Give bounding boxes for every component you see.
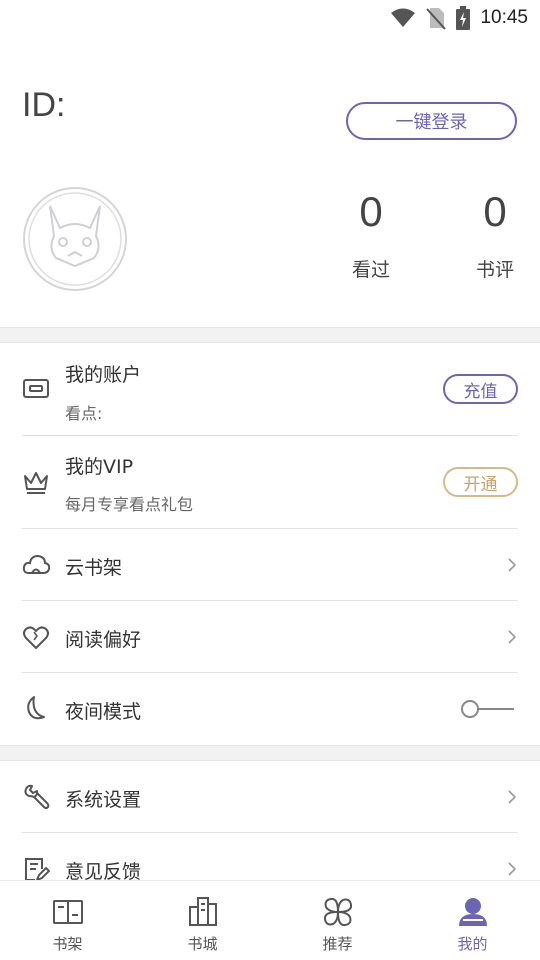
wrench-icon bbox=[24, 784, 50, 809]
chevron-right-icon bbox=[508, 862, 517, 876]
menu-item-cloud-shelf[interactable]: 云书架 bbox=[0, 529, 540, 601]
section-divider bbox=[0, 327, 540, 343]
menu-item-account[interactable]: 我的账户 看点: 充值 bbox=[0, 344, 540, 436]
wifi-icon bbox=[391, 8, 416, 27]
no-sim-icon bbox=[426, 8, 447, 30]
night-mode-title: 夜间模式 bbox=[65, 701, 142, 723]
nav-item-recommend[interactable]: 推荐 bbox=[270, 881, 405, 960]
nav-label-bookstore: 书城 bbox=[187, 935, 218, 953]
avatar[interactable] bbox=[22, 186, 128, 292]
nav-label-bookshelf: 书架 bbox=[52, 935, 83, 953]
one-click-login-button[interactable]: 一键登录 bbox=[346, 102, 517, 140]
profile-icon bbox=[458, 898, 487, 926]
menu-item-vip[interactable]: 我的VIP 每月专享看点礼包 开通 bbox=[0, 436, 540, 529]
bookshelf-icon bbox=[52, 900, 83, 924]
status-bar: 10:45 bbox=[0, 0, 540, 36]
user-id-label: ID: bbox=[22, 86, 66, 124]
nav-item-profile[interactable]: 我的 bbox=[405, 881, 540, 960]
battery-charging-icon bbox=[456, 6, 471, 30]
wallet-icon bbox=[23, 379, 49, 398]
nav-label-recommend: 推荐 bbox=[322, 935, 353, 953]
stat-reviews-count: 0 bbox=[483, 188, 507, 235]
reading-preference-title: 阅读偏好 bbox=[65, 629, 142, 651]
nav-label-profile: 我的 bbox=[457, 935, 488, 953]
account-points: 看点: bbox=[65, 404, 103, 423]
crown-icon bbox=[24, 472, 48, 494]
account-title: 我的账户 bbox=[65, 364, 142, 386]
vip-title: 我的VIP bbox=[65, 456, 134, 478]
stat-viewed-count: 0 bbox=[359, 188, 383, 235]
activate-vip-button[interactable]: 开通 bbox=[443, 467, 518, 497]
recommend-icon bbox=[323, 897, 352, 927]
chevron-right-icon bbox=[508, 558, 517, 572]
section-divider bbox=[0, 745, 540, 761]
status-icons: 10:45 bbox=[390, 6, 528, 30]
bookstore-icon bbox=[188, 897, 217, 926]
stat-reviews-label: 书评 bbox=[475, 259, 514, 281]
menu-item-feedback[interactable]: 意见反馈 bbox=[0, 833, 540, 883]
settings-title: 系统设置 bbox=[65, 789, 142, 811]
status-time: 10:45 bbox=[480, 7, 528, 28]
moon-icon bbox=[27, 696, 45, 720]
feedback-icon bbox=[25, 858, 50, 882]
menu-item-night-mode[interactable]: 夜间模式 bbox=[0, 673, 540, 745]
cloud-shelf-title: 云书架 bbox=[65, 557, 123, 579]
nav-item-bookstore[interactable]: 书城 bbox=[135, 881, 270, 960]
bottom-nav: 书架 书城 推荐 我的 bbox=[0, 880, 540, 960]
menu-item-reading-preference[interactable]: 阅读偏好 bbox=[0, 601, 540, 673]
cloud-icon bbox=[22, 554, 50, 574]
profile-header: ID: 一键登录 0 看过 0 书评 bbox=[0, 36, 540, 326]
stat-reviews[interactable]: 0 书评 bbox=[455, 191, 535, 282]
recharge-button[interactable]: 充值 bbox=[443, 374, 518, 404]
nav-item-bookshelf[interactable]: 书架 bbox=[0, 881, 135, 960]
stat-viewed[interactable]: 0 看过 bbox=[331, 191, 411, 282]
menu-item-settings[interactable]: 系统设置 bbox=[0, 761, 540, 833]
stat-viewed-label: 看过 bbox=[351, 259, 390, 281]
vip-subtitle: 每月专享看点礼包 bbox=[65, 495, 194, 514]
chevron-right-icon bbox=[508, 630, 517, 644]
chevron-right-icon bbox=[508, 790, 517, 804]
heart-icon bbox=[23, 626, 49, 649]
night-mode-toggle[interactable] bbox=[460, 698, 514, 720]
